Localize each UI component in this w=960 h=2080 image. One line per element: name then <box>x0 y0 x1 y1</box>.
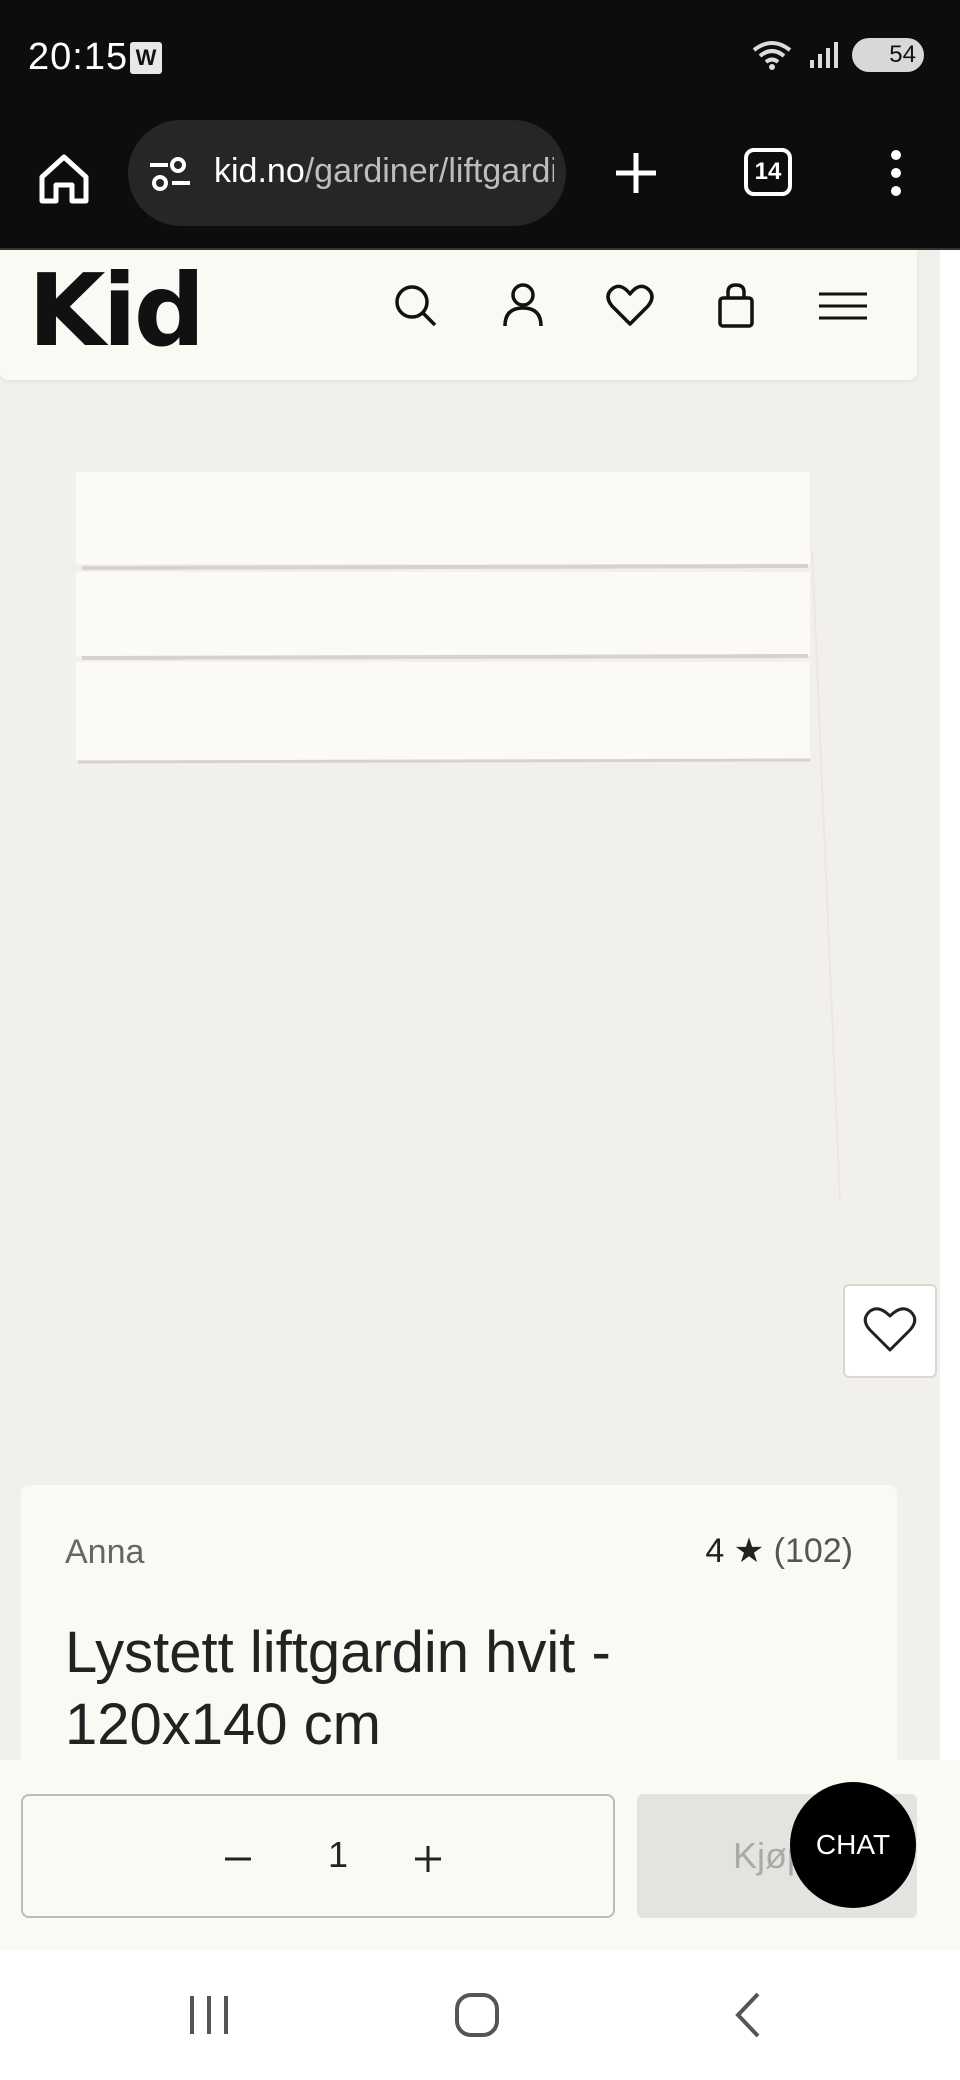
quantity-stepper: 1 <box>21 1794 615 1918</box>
site-settings-icon[interactable] <box>148 156 192 192</box>
browser-home-button[interactable] <box>36 151 92 207</box>
url-host: kid.no <box>214 152 305 190</box>
search-button[interactable] <box>390 280 442 332</box>
status-indicators: 54 <box>750 38 924 72</box>
plus-icon <box>616 153 656 193</box>
rating-value: 4 <box>705 1532 725 1570</box>
back-chevron-icon <box>735 1992 760 2038</box>
heart-icon <box>863 1307 917 1352</box>
page-scrollbar[interactable] <box>940 250 960 2010</box>
system-nav-bar <box>0 1950 960 2080</box>
quantity-value[interactable]: 1 <box>313 1834 363 1876</box>
quantity-increase-button[interactable] <box>403 1834 453 1884</box>
system-home-button[interactable] <box>452 1990 502 2040</box>
home-icon <box>39 154 89 204</box>
notification-app-icon: W <box>130 42 162 74</box>
cart-button[interactable] <box>710 280 762 332</box>
plus-icon <box>415 1846 441 1872</box>
battery-indicator: 54 <box>852 38 924 72</box>
url-bar[interactable]: kid.no/gardiner/liftgardin <box>128 120 566 226</box>
product-brand[interactable]: Anna <box>65 1533 144 1572</box>
recent-apps-button[interactable] <box>186 1992 232 2038</box>
product-image[interactable] <box>0 380 940 1485</box>
wishlist-button[interactable] <box>843 1284 937 1378</box>
status-bar: 20:15 W 54 <box>0 0 960 115</box>
roman-blind-image <box>0 380 940 1485</box>
wishlist-header-button[interactable] <box>604 280 656 332</box>
browser-toolbar: kid.no/gardiner/liftgardin 14 <box>0 115 960 250</box>
user-icon <box>503 283 543 327</box>
heart-icon <box>606 284 654 326</box>
shopping-bag-icon <box>718 283 754 328</box>
search-icon <box>395 285 437 327</box>
cell-signal-icon <box>810 42 838 68</box>
product-rating[interactable]: 4 ★ (102) <box>705 1531 853 1571</box>
quantity-decrease-button[interactable] <box>213 1834 263 1884</box>
main-menu-button[interactable] <box>817 280 869 332</box>
product-title: Lystett liftgardin hvit - 120x140 cm <box>65 1620 611 1757</box>
site-logo[interactable]: Kid <box>28 252 205 369</box>
home-circle-icon <box>455 1993 499 2037</box>
more-vertical-icon <box>891 150 901 196</box>
hamburger-menu-icon <box>819 292 867 320</box>
status-time: 20:15 <box>28 36 129 78</box>
rating-count: (102) <box>773 1532 853 1570</box>
account-button[interactable] <box>497 280 549 332</box>
product-info-card: Anna 4 ★ (102) Lystett liftgardin hvit -… <box>21 1485 897 1760</box>
site-header: Kid <box>0 250 917 380</box>
browser-menu-button[interactable] <box>880 145 912 201</box>
minus-icon <box>225 1857 251 1861</box>
url-text[interactable]: kid.no/gardiner/liftgardin <box>214 152 554 191</box>
url-path: /gardiner/liftgardin <box>304 152 554 190</box>
chat-button[interactable]: CHAT <box>790 1782 916 1908</box>
tab-switcher-button[interactable]: 14 <box>744 148 792 196</box>
system-back-button[interactable] <box>728 1990 768 2040</box>
purchase-bar: 1 Kjøp CHAT <box>0 1760 960 1950</box>
new-tab-button[interactable] <box>608 145 664 201</box>
wifi-icon <box>752 41 792 70</box>
star-icon: ★ <box>733 1532 765 1570</box>
recent-apps-icon <box>190 1996 228 2034</box>
